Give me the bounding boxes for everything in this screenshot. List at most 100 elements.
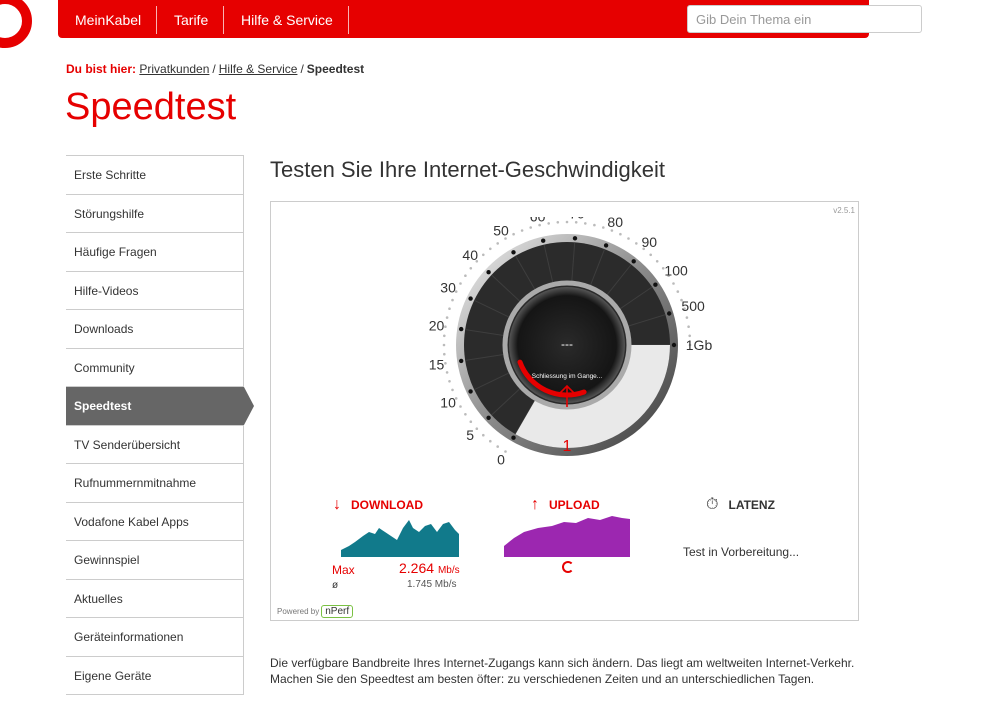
gauge-bottom-value: 1 bbox=[563, 438, 572, 455]
breadcrumb-current: Speedtest bbox=[306, 62, 365, 76]
gauge-scale-label: 20 bbox=[429, 317, 445, 333]
version-label: v2.5.1 bbox=[833, 206, 855, 215]
gauge-scale-label: 15 bbox=[429, 357, 445, 373]
gauge-tick-dot bbox=[627, 237, 630, 240]
gauge-scale-label: 80 bbox=[607, 217, 623, 230]
sidebar-item-erste-schritte[interactable]: Erste Schritte bbox=[66, 156, 244, 195]
gauge-tick-dot bbox=[676, 290, 680, 293]
gauge-tick-dot bbox=[556, 221, 560, 224]
gauge-tick-dot bbox=[520, 229, 524, 232]
speedtest-widget: v2.5.1 --- Schliessung im Gange... 1 0 5… bbox=[270, 201, 859, 621]
gauge-scale-label: 60 bbox=[530, 217, 546, 224]
gauge-tick-dot bbox=[464, 274, 467, 277]
sidebar-item-geraeteinformationen[interactable]: Geräteinformationen bbox=[66, 618, 244, 657]
gauge-major-tick bbox=[603, 243, 609, 248]
download-max-label: Max bbox=[332, 563, 355, 577]
sidebar-item-haeufige-fragen[interactable]: Häufige Fragen bbox=[66, 233, 244, 272]
sidebar-item-rufnummernmitnahme[interactable]: Rufnummernmitnahme bbox=[66, 464, 244, 503]
top-navigation: MeinKabel Tarife Hilfe & Service bbox=[58, 0, 922, 38]
speed-gauge: --- Schliessung im Gange... 1 0 5 10 15 20 30… bbox=[429, 217, 713, 467]
sidebar-item-kabel-apps[interactable]: Vodafone Kabel Apps bbox=[66, 502, 244, 541]
gauge-scale-label: 30 bbox=[440, 280, 456, 296]
sidebar-item-gewinnspiel[interactable]: Gewinnspiel bbox=[66, 541, 244, 580]
gauge-major-tick bbox=[667, 311, 672, 316]
gauge-tick-dot bbox=[469, 420, 473, 423]
gauge-tick-dot bbox=[451, 298, 454, 302]
gauge-major-tick bbox=[572, 236, 578, 241]
gauge-tick-dot bbox=[655, 260, 659, 263]
nav-hilfe-service[interactable]: Hilfe & Service bbox=[226, 6, 349, 34]
nperf-logo[interactable]: nPerf bbox=[321, 605, 354, 618]
gauge-major-tick bbox=[671, 342, 677, 348]
sidebar-item-community[interactable]: Community bbox=[66, 348, 244, 387]
gauge-tick-dot bbox=[448, 380, 451, 383]
gauge-status: Schliessung im Gange... bbox=[532, 373, 603, 380]
gauge-scale-label: 100 bbox=[664, 263, 688, 279]
gauge-major-tick bbox=[486, 270, 491, 275]
latency-status: Test in Vorbereitung... bbox=[683, 545, 800, 559]
nav-tarife[interactable]: Tarife bbox=[159, 6, 225, 34]
gauge-tick-dot bbox=[649, 253, 652, 257]
vodafone-logo-icon bbox=[0, 0, 32, 48]
gauge-major-tick bbox=[541, 238, 546, 243]
gauge-major-tick bbox=[459, 358, 464, 364]
gauge-tick-dot bbox=[685, 316, 689, 319]
gauge-tick-dot bbox=[443, 352, 446, 356]
gauge-tick-dot bbox=[451, 388, 454, 392]
sidebar-item-speedtest[interactable]: Speedtest bbox=[66, 387, 254, 426]
nav-meinkabel[interactable]: MeinKabel bbox=[60, 6, 158, 34]
info-text: Die verfügbare Bandbreite Ihres Internet… bbox=[270, 655, 890, 687]
gauge-tick-dot bbox=[445, 371, 449, 374]
gauge-tick-dot bbox=[489, 439, 492, 443]
gauge-tick-dot bbox=[445, 316, 449, 319]
sidebar-item-stoerungshilfe[interactable]: Störungshilfe bbox=[66, 194, 244, 233]
gauge-scale-label: 5 bbox=[466, 427, 474, 443]
gauge-scale-label: 90 bbox=[642, 234, 658, 250]
sidebar-item-eigene-geraete[interactable]: Eigene Geräte bbox=[66, 656, 244, 695]
gauge-major-tick bbox=[653, 282, 658, 287]
gauge-major-tick bbox=[486, 415, 491, 420]
info-line: Die verfügbare Bandbreite Ihres Internet… bbox=[270, 656, 855, 670]
gauge-tick-dot bbox=[593, 223, 596, 227]
upload-sparkline bbox=[504, 516, 630, 557]
download-avg-value: 1.745 Mb/s bbox=[407, 579, 457, 590]
sidebar-item-tv-senderuebersicht[interactable]: TV Senderübersicht bbox=[66, 425, 244, 464]
latency-header: ⏱ LATENZ bbox=[706, 496, 775, 514]
gauge-tick-dot bbox=[459, 282, 462, 285]
gauge-tick-dot bbox=[529, 226, 532, 229]
gauge-tick-dot bbox=[565, 220, 569, 224]
gauge-tick-dot bbox=[489, 247, 492, 251]
gauge-tick-dot bbox=[547, 222, 550, 225]
download-max-value: 2.264 Mb/s bbox=[399, 560, 460, 576]
download-avg-label: ø bbox=[332, 580, 339, 591]
gauge-major-tick bbox=[511, 250, 516, 255]
gauge-tick-dot bbox=[459, 405, 462, 408]
gauge-scale-label: 10 bbox=[440, 394, 456, 410]
sidebar-item-hilfe-videos[interactable]: Hilfe-Videos bbox=[66, 271, 244, 310]
info-line: Machen Sie den Speedtest am besten öfter… bbox=[270, 672, 815, 686]
gauge-tick-dot bbox=[584, 222, 587, 225]
sidebar-item-aktuelles[interactable]: Aktuelles bbox=[66, 579, 244, 618]
latency-label: LATENZ bbox=[728, 498, 775, 512]
breadcrumb-separator: / bbox=[212, 62, 216, 76]
breadcrumb-label: Du bist hier: bbox=[66, 62, 137, 76]
gauge-tick-dot bbox=[469, 267, 473, 270]
gauge-major-tick bbox=[459, 326, 464, 332]
gauge-tick-dot bbox=[496, 242, 499, 245]
stopwatch-icon: ⏱ bbox=[706, 496, 719, 513]
gauge-center-value: --- bbox=[561, 337, 573, 351]
search-input[interactable] bbox=[687, 5, 922, 33]
download-sparkline bbox=[341, 520, 459, 557]
gauge-scale-label: 1Gb bbox=[686, 337, 713, 353]
sidebar-item-downloads[interactable]: Downloads bbox=[66, 310, 244, 349]
gauge-tick-dot bbox=[496, 445, 499, 448]
gauge-scale-label: 50 bbox=[493, 223, 509, 239]
gauge-tick-dot bbox=[619, 232, 622, 236]
breadcrumb-link-privatkunden[interactable]: Privatkunden bbox=[139, 62, 209, 76]
page-title: Speedtest bbox=[65, 86, 237, 128]
gauge-tick-dot bbox=[442, 343, 446, 347]
gauge-scale-label: 70 bbox=[569, 217, 585, 221]
breadcrumb-separator: / bbox=[300, 62, 304, 76]
sidebar: Erste Schritte Störungshilfe Häufige Fra… bbox=[66, 155, 254, 695]
breadcrumb-link-hilfe[interactable]: Hilfe & Service bbox=[219, 62, 298, 76]
